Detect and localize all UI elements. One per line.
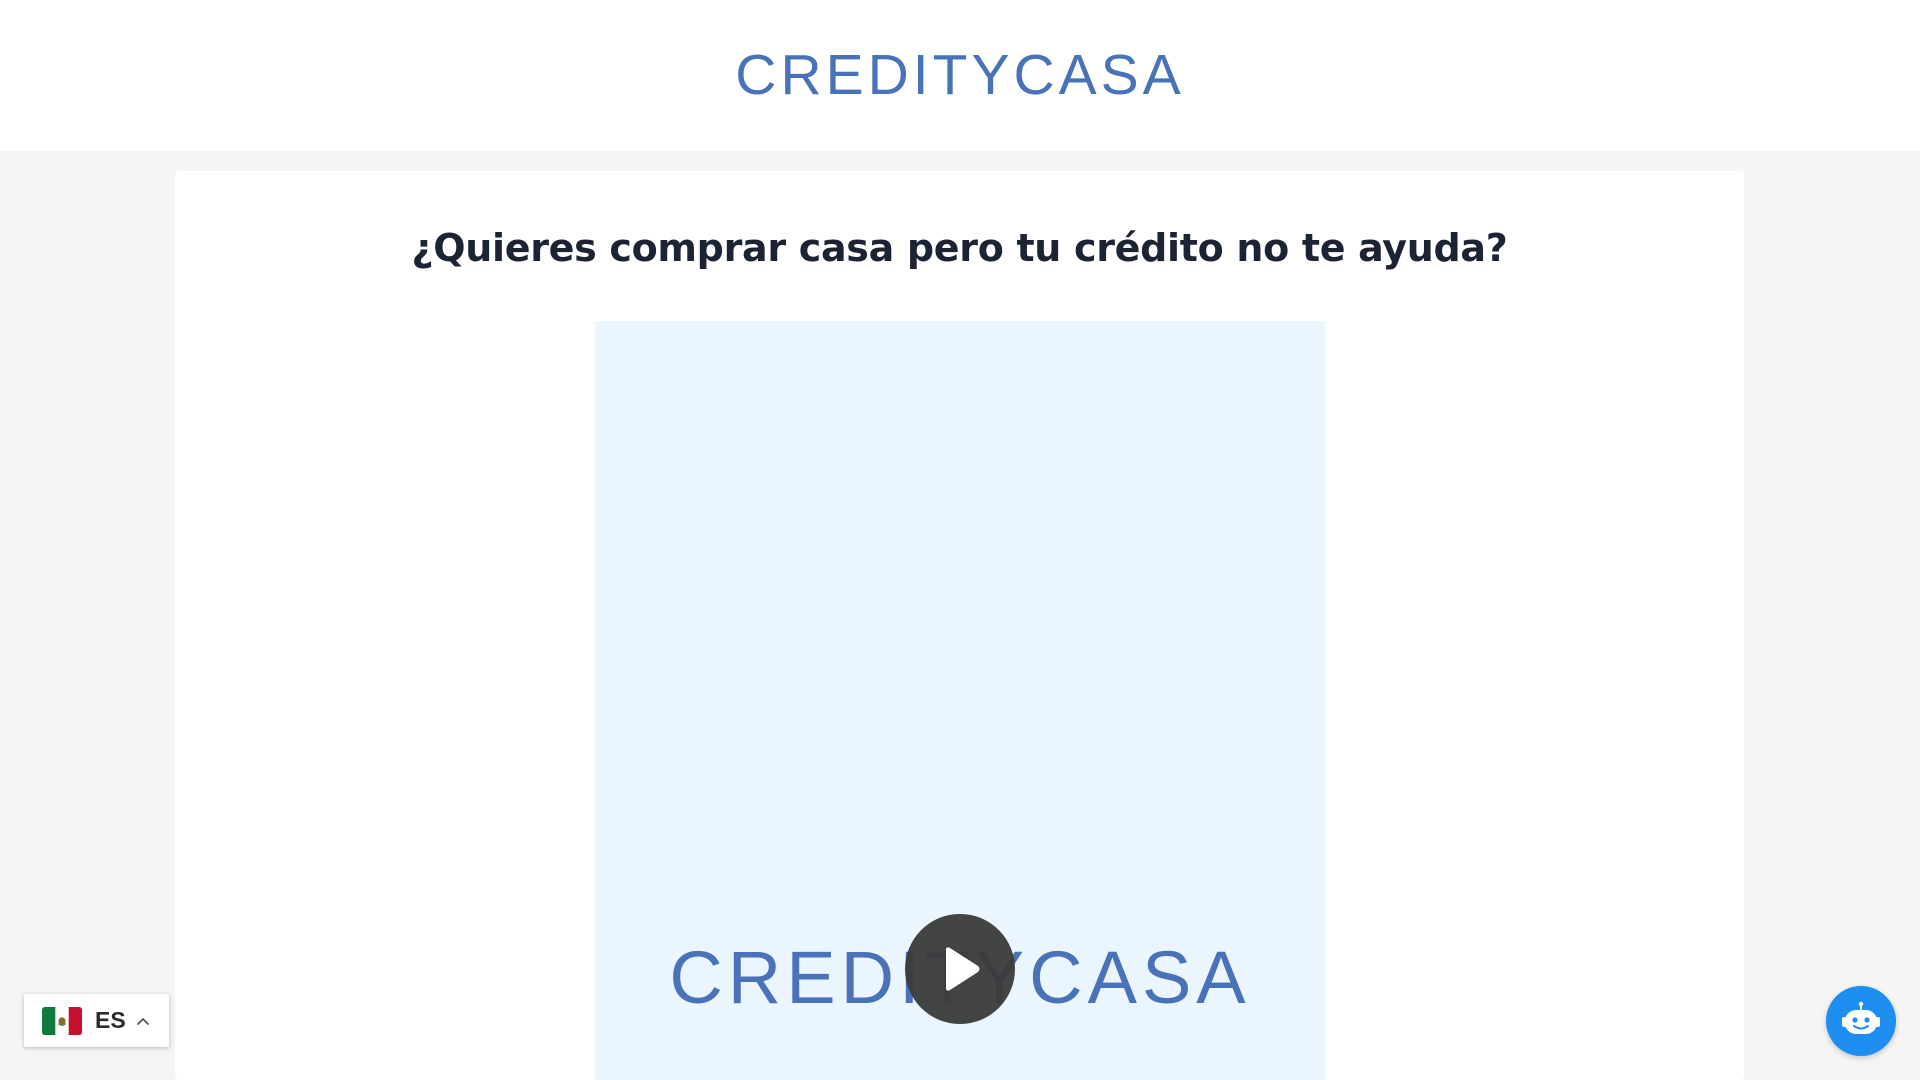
play-icon [946, 947, 980, 991]
page-headline: ¿Quieres comprar casa pero tu crédito no… [411, 226, 1508, 270]
chat-widget-button[interactable] [1826, 986, 1896, 1056]
content-card: ¿Quieres comprar casa pero tu crédito no… [175, 171, 1744, 1080]
language-switcher[interactable]: ES [24, 994, 169, 1047]
chevron-up-icon [136, 1016, 150, 1026]
language-code: ES [95, 1007, 126, 1033]
site-header: CREDITYCASA [0, 0, 1920, 151]
play-button[interactable] [905, 914, 1015, 1024]
mexico-flag-icon [42, 1006, 82, 1035]
video-player[interactable]: CREDITYCASA [595, 321, 1325, 1080]
chatbot-icon [1842, 1001, 1880, 1034]
site-logo[interactable]: CREDITYCASA [735, 42, 1184, 108]
